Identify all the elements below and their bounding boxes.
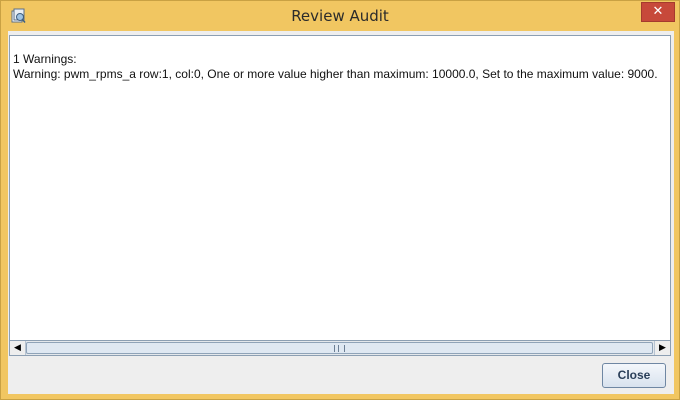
log-line: 1 Warnings:: [13, 52, 77, 66]
close-button[interactable]: Close: [602, 363, 666, 388]
left-arrow-icon: ◀: [14, 343, 21, 353]
scroll-left-button[interactable]: ◀: [10, 341, 26, 355]
right-arrow-icon: ▶: [659, 343, 666, 353]
review-audit-window: Review Audit ✕ 1 Warnings: Warning: pwm_r…: [0, 0, 680, 400]
window-title: Review Audit: [291, 7, 389, 25]
window-close-button[interactable]: ✕: [641, 2, 675, 22]
dialog-body: 1 Warnings: Warning: pwm_rpms_a row:1, co…: [8, 31, 674, 394]
audit-log-textarea[interactable]: 1 Warnings: Warning: pwm_rpms_a row:1, co…: [9, 35, 671, 356]
grip-icon: [334, 345, 345, 352]
close-icon: ✕: [652, 4, 664, 19]
log-line: Warning: pwm_rpms_a row:1, col:0, One or…: [13, 67, 658, 81]
scroll-track[interactable]: [26, 341, 654, 355]
title-bar[interactable]: Review Audit ✕: [1, 1, 679, 31]
scroll-right-button[interactable]: ▶: [654, 341, 670, 355]
audit-log-text: 1 Warnings: Warning: pwm_rpms_a row:1, co…: [13, 52, 658, 82]
horizontal-scrollbar[interactable]: ◀ ▶: [9, 340, 671, 356]
scroll-thumb[interactable]: [26, 342, 653, 354]
